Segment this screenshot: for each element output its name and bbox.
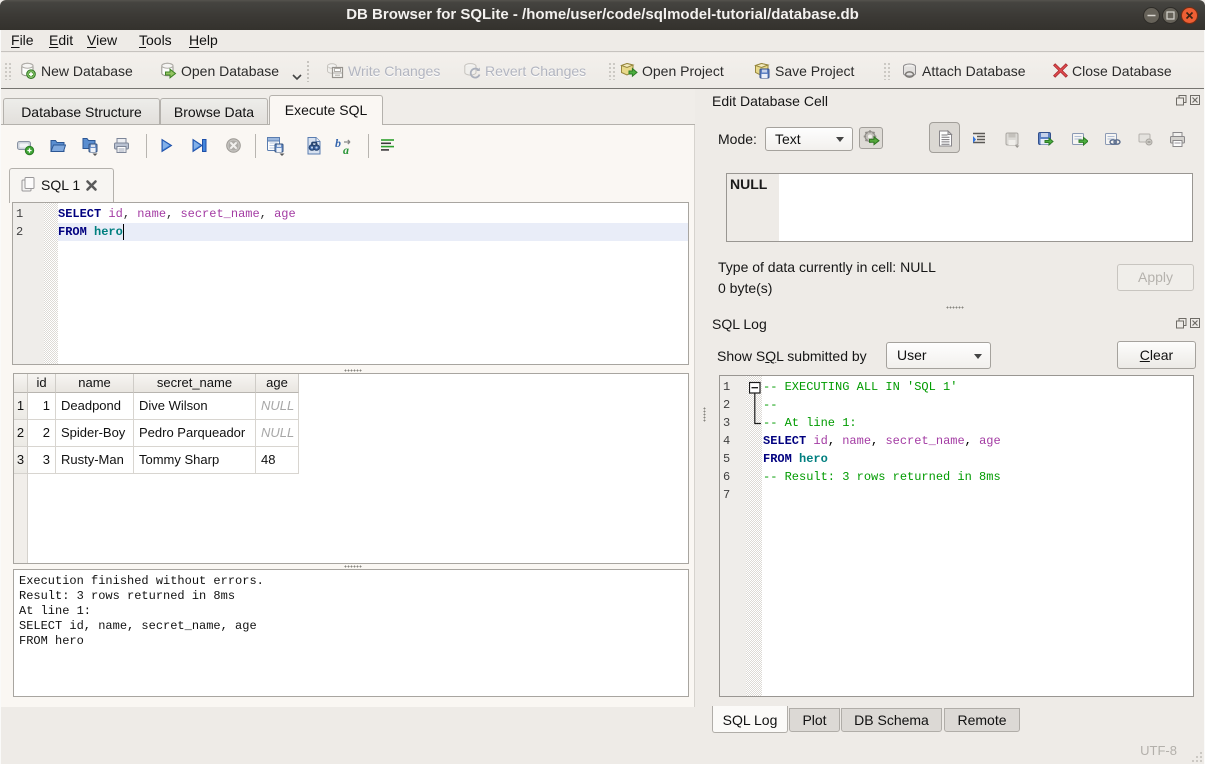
svg-text:a: a <box>343 143 349 156</box>
svg-text:b: b <box>335 137 341 150</box>
